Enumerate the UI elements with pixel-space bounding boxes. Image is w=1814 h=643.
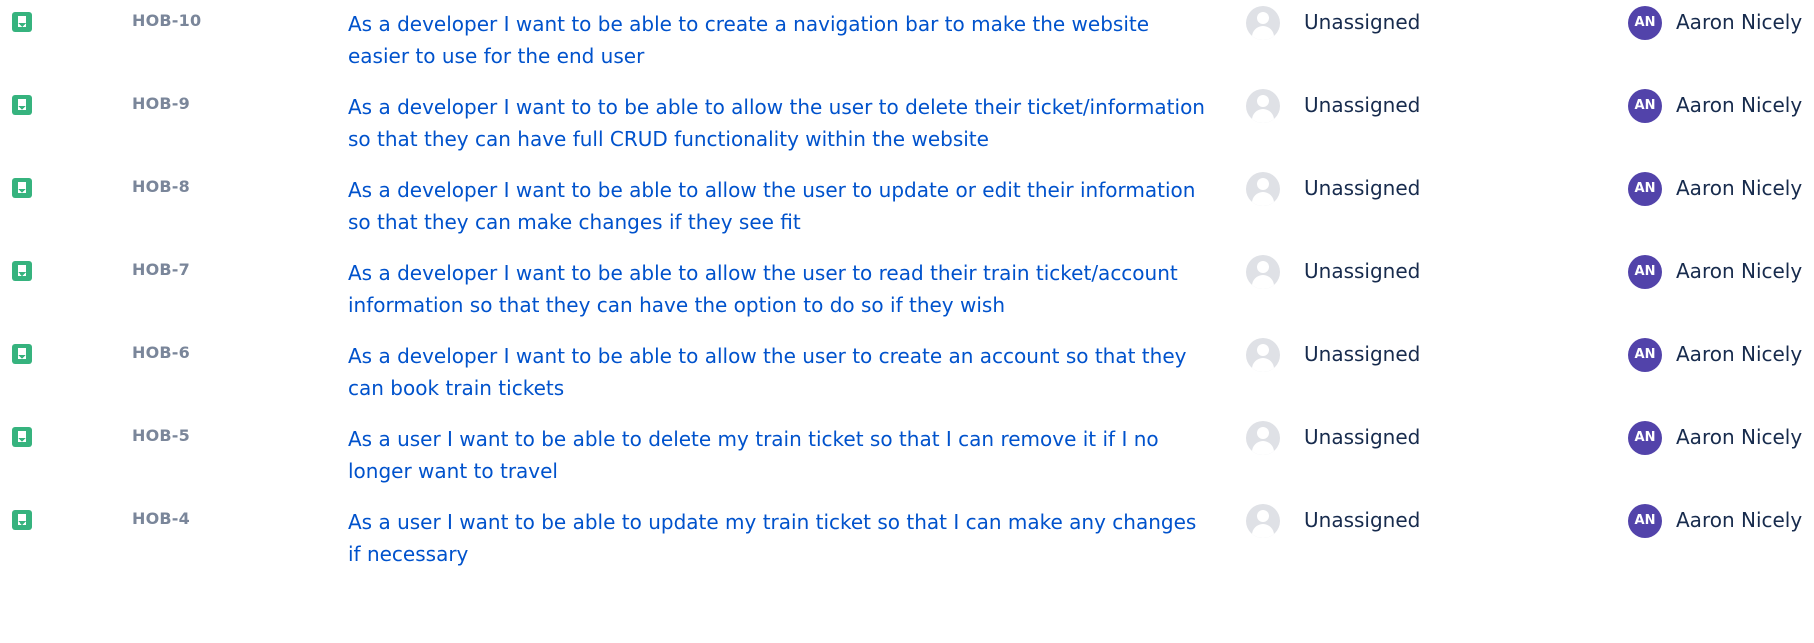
story-icon <box>12 12 32 32</box>
issue-key[interactable]: HOB-5 <box>132 426 190 445</box>
reporter-avatar: AN <box>1628 172 1662 206</box>
assignee-label[interactable]: Unassigned <box>1304 508 1420 532</box>
reporter-name[interactable]: Aaron Nicely <box>1676 259 1802 283</box>
issue-key[interactable]: HOB-9 <box>132 94 190 113</box>
issue-row[interactable]: HOB-5 As a user I want to be able to del… <box>0 415 1814 499</box>
reporter-name[interactable]: Aaron Nicely <box>1676 508 1802 532</box>
reporter-avatar: AN <box>1628 421 1662 455</box>
issue-row[interactable]: HOB-7 As a developer I want to be able t… <box>0 249 1814 333</box>
story-icon <box>12 344 32 364</box>
reporter-avatar: AN <box>1628 89 1662 123</box>
unassigned-avatar-icon <box>1246 6 1280 40</box>
issue-row[interactable]: HOB-10 As a developer I want to be able … <box>0 0 1814 84</box>
unassigned-avatar-icon <box>1246 504 1280 538</box>
issue-row[interactable]: HOB-9 As a developer I want to to be abl… <box>0 83 1814 167</box>
issue-summary-link[interactable]: As a developer I want to be able to crea… <box>348 8 1208 72</box>
reporter-avatar: AN <box>1628 6 1662 40</box>
reporter-avatar: AN <box>1628 255 1662 289</box>
story-icon <box>12 95 32 115</box>
issue-summary-link[interactable]: As a developer I want to be able to allo… <box>348 174 1208 238</box>
issue-summary-link[interactable]: As a user I want to be able to update my… <box>348 506 1208 570</box>
issue-summary-link[interactable]: As a user I want to be able to delete my… <box>348 423 1208 487</box>
issue-row[interactable]: HOB-8 As a developer I want to be able t… <box>0 166 1814 250</box>
story-icon <box>12 261 32 281</box>
reporter-name[interactable]: Aaron Nicely <box>1676 342 1802 366</box>
issue-key[interactable]: HOB-7 <box>132 260 190 279</box>
assignee-label[interactable]: Unassigned <box>1304 342 1420 366</box>
story-icon <box>12 510 32 530</box>
unassigned-avatar-icon <box>1246 172 1280 206</box>
issue-key[interactable]: HOB-10 <box>132 11 201 30</box>
reporter-name[interactable]: Aaron Nicely <box>1676 425 1802 449</box>
reporter-name[interactable]: Aaron Nicely <box>1676 176 1802 200</box>
issue-summary-link[interactable]: As a developer I want to be able to allo… <box>348 257 1208 321</box>
assignee-label[interactable]: Unassigned <box>1304 425 1420 449</box>
story-icon <box>12 178 32 198</box>
reporter-name[interactable]: Aaron Nicely <box>1676 10 1802 34</box>
issue-summary-link[interactable]: As a developer I want to to be able to a… <box>348 91 1208 155</box>
issue-key[interactable]: HOB-8 <box>132 177 190 196</box>
story-icon <box>12 427 32 447</box>
assignee-label[interactable]: Unassigned <box>1304 259 1420 283</box>
assignee-label[interactable]: Unassigned <box>1304 93 1420 117</box>
issue-key[interactable]: HOB-4 <box>132 509 190 528</box>
reporter-avatar: AN <box>1628 504 1662 538</box>
assignee-label[interactable]: Unassigned <box>1304 10 1420 34</box>
issue-row[interactable]: HOB-4 As a user I want to be able to upd… <box>0 498 1814 582</box>
issue-key[interactable]: HOB-6 <box>132 343 190 362</box>
unassigned-avatar-icon <box>1246 338 1280 372</box>
unassigned-avatar-icon <box>1246 255 1280 289</box>
unassigned-avatar-icon <box>1246 421 1280 455</box>
issue-summary-link[interactable]: As a developer I want to be able to allo… <box>348 340 1208 404</box>
assignee-label[interactable]: Unassigned <box>1304 176 1420 200</box>
unassigned-avatar-icon <box>1246 89 1280 123</box>
reporter-avatar: AN <box>1628 338 1662 372</box>
issue-row[interactable]: HOB-6 As a developer I want to be able t… <box>0 332 1814 416</box>
reporter-name[interactable]: Aaron Nicely <box>1676 93 1802 117</box>
